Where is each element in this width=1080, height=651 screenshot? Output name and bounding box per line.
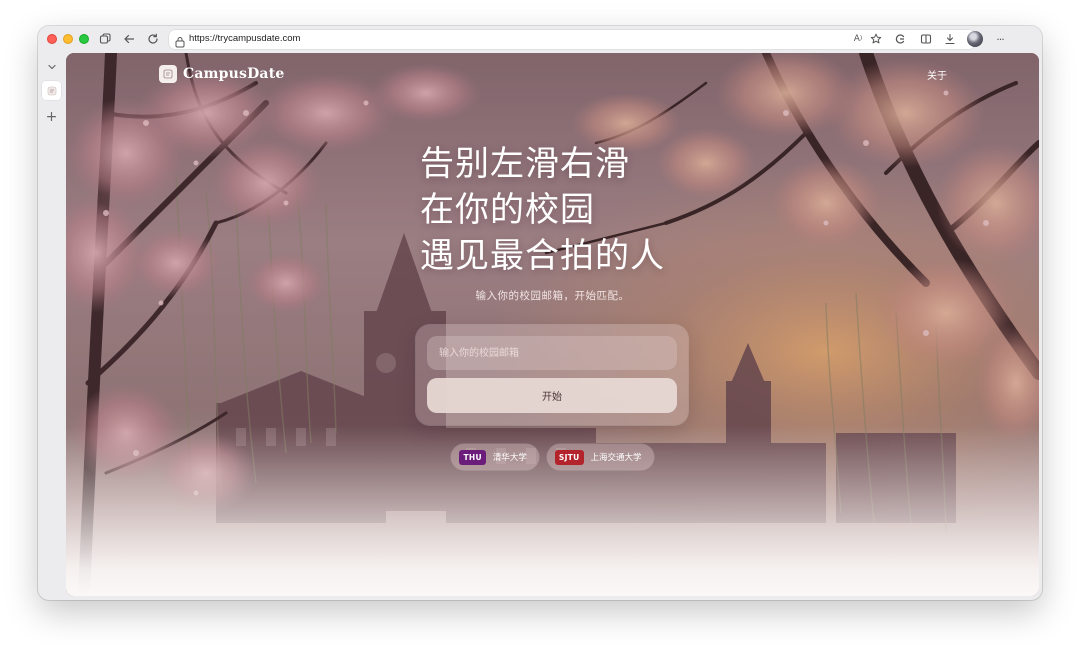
headline-line: 在你的校园 [420,190,595,230]
read-aloud-icon[interactable]: A) [849,30,867,48]
school-badge: SJTU [554,449,584,465]
refresh-icon[interactable] [144,30,162,48]
new-tab-plus-icon[interactable]: + [42,107,61,126]
brand[interactable]: CampusDate [159,65,284,83]
browser-toolbar: https://trycampusdate.com A) ··· [38,26,1042,53]
signup-card: 开始 [416,325,688,425]
hero-subtitle: 输入你的校园邮箱，开始匹配。 [475,290,630,302]
profile-avatar[interactable] [967,31,983,47]
hero-headline: 告别左滑右滑 在你的校园 遇见最合拍的人 [420,141,740,279]
school-name: 上海交通大学 [590,453,642,463]
active-tab-favicon[interactable] [42,81,61,100]
school-chip-sjtu[interactable]: SJTU 上海交通大学 [546,444,654,470]
browser-window: https://trycampusdate.com A) ··· + Campu… [38,26,1042,600]
chevron-down-icon[interactable] [42,57,61,76]
campusdate-logo-icon [159,65,177,83]
school-badge: THU [459,449,486,465]
school-chips: THU 清华大学 SJTU 上海交通大学 [66,444,1039,470]
school-name: 清华大学 [492,453,527,463]
downloads-icon[interactable] [941,30,959,48]
copilot-icon[interactable] [891,30,909,48]
zoom-window-button[interactable] [79,34,89,44]
back-arrow-icon[interactable] [120,30,138,48]
headline-line: 告别左滑右滑 [420,144,630,184]
vertical-tabs-sidebar: + [38,53,65,600]
favorite-star-icon[interactable] [867,30,885,48]
school-chip-thu[interactable]: THU 清华大学 [451,444,539,470]
site-info-icon[interactable] [175,33,185,52]
split-screen-icon[interactable] [917,30,935,48]
brand-name: CampusDate [183,66,285,82]
start-button[interactable]: 开始 [427,378,677,413]
tab-actions-icon[interactable] [96,30,114,48]
url-text: https://trycampusdate.com [189,33,301,44]
more-menu-icon[interactable]: ··· [991,30,1009,48]
webpage: CampusDate 关于 告别左滑右滑 在你的校园 遇见最合拍的人 输入你的校… [66,53,1039,596]
minimize-window-button[interactable] [63,34,73,44]
close-window-button[interactable] [47,34,57,44]
headline-line: 遇见最合拍的人 [420,236,665,276]
about-link[interactable]: 关于 [927,67,947,82]
campus-email-input[interactable] [427,336,677,370]
